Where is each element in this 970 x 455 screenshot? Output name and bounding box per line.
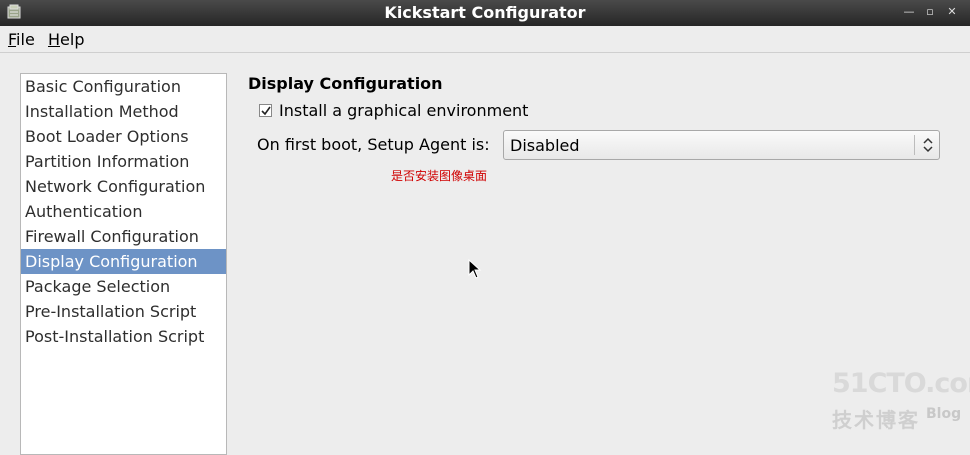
sidebar-item-firewall-configuration[interactable]: Firewall Configuration: [21, 224, 226, 249]
checkmark-icon: [261, 106, 271, 116]
setup-agent-label: On first boot, Setup Agent is:: [257, 135, 490, 154]
sidebar-item-network-configuration[interactable]: Network Configuration: [21, 174, 226, 199]
section-title: Display Configuration: [248, 74, 443, 93]
menu-bar: File Help: [0, 26, 970, 53]
minimize-icon[interactable]: —: [900, 3, 918, 21]
sidebar-item-boot-loader-options[interactable]: Boot Loader Options: [21, 124, 226, 149]
graphical-environment-label: Install a graphical environment: [279, 101, 529, 120]
window-title: Kickstart Configurator: [384, 3, 586, 22]
annotation-note: 是否安装图像桌面: [391, 169, 488, 183]
watermark-logo: 51CTO.com: [832, 368, 970, 399]
setup-agent-value: Disabled: [510, 136, 580, 155]
sidebar-item-authentication[interactable]: Authentication: [21, 199, 226, 224]
menu-file[interactable]: File: [8, 30, 35, 49]
watermark-subtitle: 技术博客: [832, 408, 920, 432]
menu-help[interactable]: Help: [48, 30, 84, 49]
watermark-blog: Blog: [926, 406, 962, 422]
close-icon[interactable]: ✕: [943, 3, 961, 21]
graphical-environment-checkbox[interactable]: [259, 104, 272, 117]
up-down-arrows-icon: [922, 137, 934, 157]
sidebar-item-partition-information[interactable]: Partition Information: [21, 149, 226, 174]
menu-file-label: ile: [16, 30, 35, 49]
mouse-pointer-icon: [468, 258, 482, 283]
menu-help-mnemonic: H: [48, 30, 61, 49]
sidebar-item-basic-configuration[interactable]: Basic Configuration: [21, 74, 226, 99]
sidebar-item-installation-method[interactable]: Installation Method: [21, 99, 226, 124]
menu-file-mnemonic: F: [8, 30, 17, 49]
sidebar-item-pre-installation-script[interactable]: Pre-Installation Script: [21, 299, 226, 324]
menu-help-label: elp: [60, 30, 85, 49]
sidebar-item-display-configuration[interactable]: Display Configuration: [21, 249, 226, 274]
sidebar-item-post-installation-script[interactable]: Post-Installation Script: [21, 324, 226, 349]
sidebar-item-package-selection[interactable]: Package Selection: [21, 274, 226, 299]
maximize-icon[interactable]: ▫: [921, 3, 939, 21]
sidebar-list: Basic Configuration Installation Method …: [20, 73, 227, 455]
dropdown-separator: [914, 135, 915, 155]
title-bar: Kickstart Configurator — ▫ ✕: [0, 0, 970, 26]
setup-agent-select[interactable]: Disabled: [503, 130, 940, 160]
